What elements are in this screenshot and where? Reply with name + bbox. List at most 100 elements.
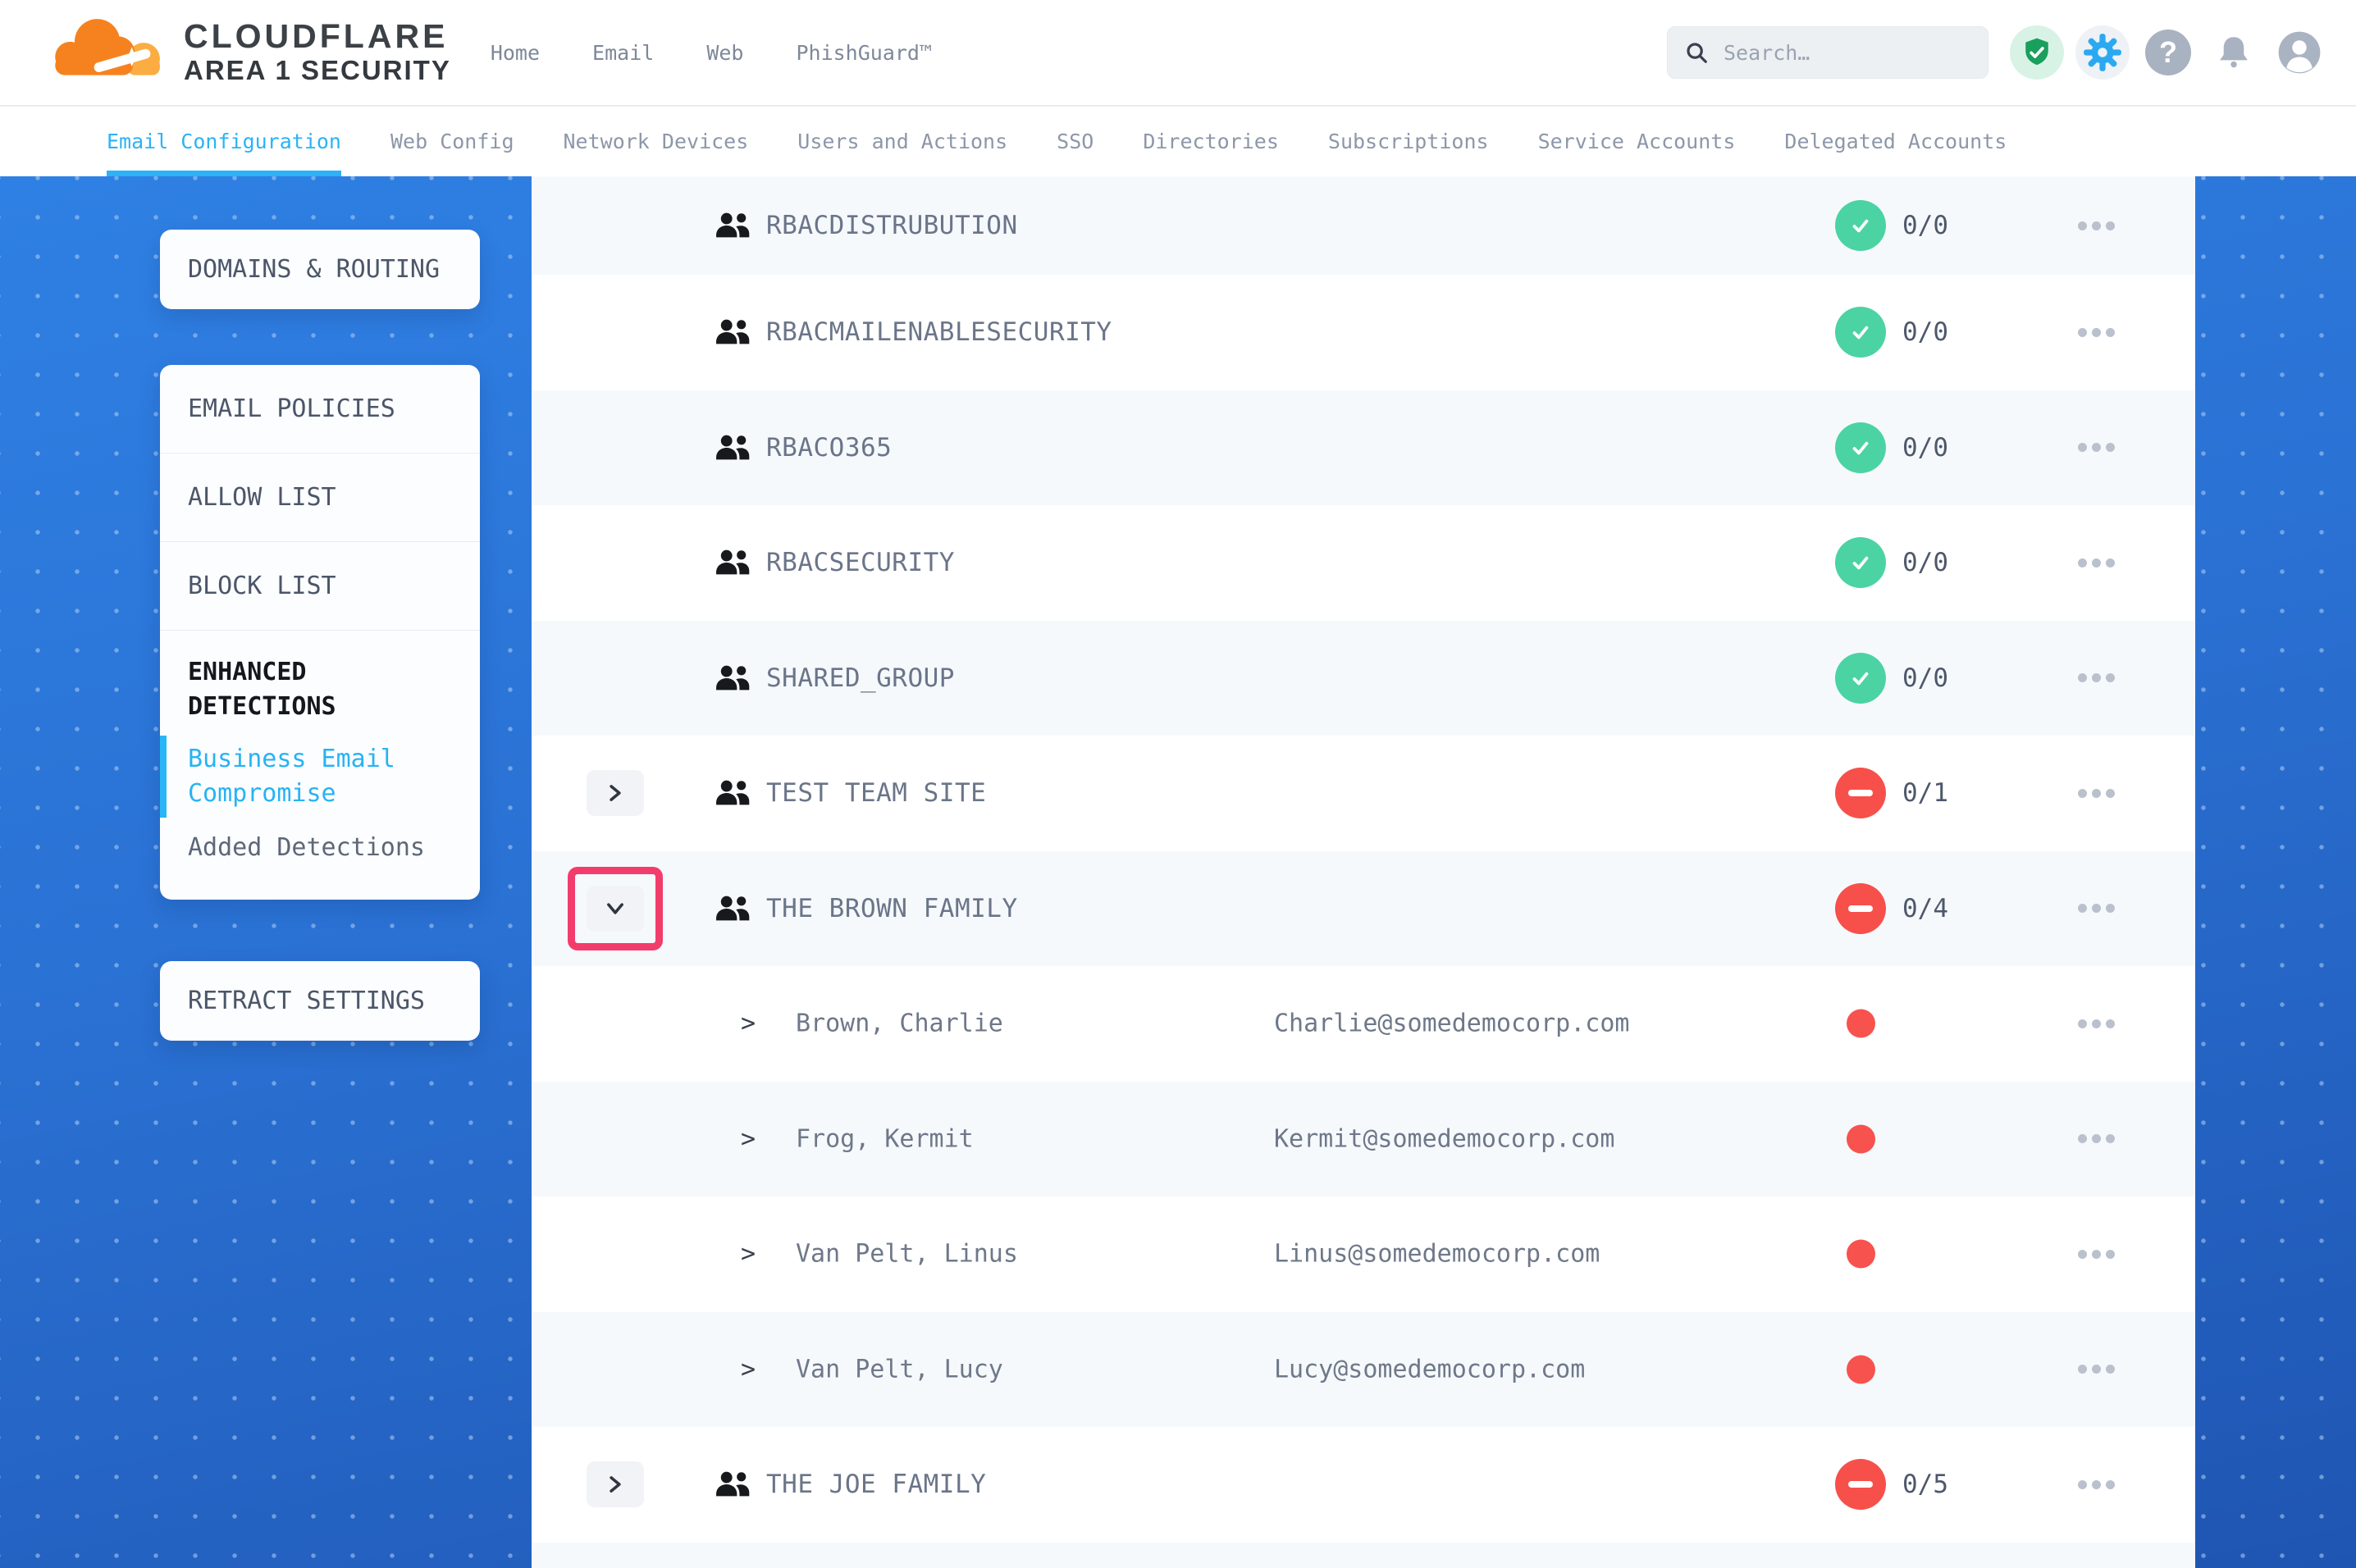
group-icon xyxy=(714,777,751,809)
member-chevron-icon[interactable]: > xyxy=(741,1010,756,1038)
group-row: RBACDISTRUBUTION 0/0 xyxy=(532,176,2195,275)
status-badge xyxy=(1835,883,1886,934)
tab-subscriptions[interactable]: Subscriptions xyxy=(1328,107,1489,176)
tab-users-and-actions[interactable]: Users and Actions xyxy=(797,107,1007,176)
row-menu-button[interactable] xyxy=(2059,662,2133,695)
expand-button[interactable] xyxy=(587,1461,644,1507)
row-menu-button[interactable] xyxy=(2059,431,2133,464)
tab-network-devices[interactable]: Network Devices xyxy=(564,107,749,176)
tab-web-config[interactable]: Web Config xyxy=(390,107,514,176)
status-count: 0/5 xyxy=(1902,1470,1948,1499)
group-row: RBACMAILENABLESECURITY 0/0 xyxy=(532,275,2195,390)
group-row: THE JOE FAMILY 0/5 xyxy=(532,1427,2195,1543)
top-nav: Home Email Web PhishGuard™ xyxy=(491,41,932,65)
notifications-bell-icon[interactable] xyxy=(2207,25,2261,80)
security-shield-icon[interactable] xyxy=(2010,25,2064,80)
row-menu-button[interactable] xyxy=(2059,1007,2133,1040)
tab-delegated-accounts[interactable]: Delegated Accounts xyxy=(1784,107,2007,176)
top-nav-item[interactable]: PhishGuard™ xyxy=(796,41,932,65)
status-count: 0/4 xyxy=(1902,894,1948,923)
search-input[interactable] xyxy=(1724,41,1971,65)
row-name: THE JOE FAMILY xyxy=(766,1470,986,1499)
member-chevron-icon[interactable]: > xyxy=(741,1240,756,1269)
member-chevron-icon[interactable]: > xyxy=(741,1355,756,1383)
row-name: Frog, Kermit xyxy=(796,1124,974,1153)
sidebar-card-retract-settings[interactable]: RETRACT SETTINGS xyxy=(160,961,480,1041)
row-menu-button[interactable] xyxy=(2059,546,2133,579)
row-menu-button[interactable] xyxy=(2059,1353,2133,1386)
status-badge xyxy=(1835,768,1886,818)
member-status-dot xyxy=(1847,1240,1875,1269)
top-nav-item[interactable]: Home xyxy=(491,41,540,65)
group-icon xyxy=(714,1468,751,1501)
header-icon-buttons: ? xyxy=(2010,25,2326,80)
row-menu-button[interactable] xyxy=(2059,1468,2133,1501)
member-status-dot xyxy=(1847,1124,1875,1153)
row-menu-button[interactable] xyxy=(2059,1123,2133,1155)
status-badge xyxy=(1835,307,1886,358)
sidebar-card-domains-routing[interactable]: DOMAINS & ROUTING xyxy=(160,230,480,309)
row-menu-button[interactable] xyxy=(2059,777,2133,809)
help-icon[interactable]: ? xyxy=(2141,25,2195,80)
tab-service-accounts[interactable]: Service Accounts xyxy=(1538,107,1736,176)
sidebar-item-label: DOMAINS & ROUTING xyxy=(188,255,440,284)
tab-email-configuration[interactable]: Email Configuration xyxy=(107,107,341,176)
group-icon xyxy=(714,662,751,695)
member-status-dot xyxy=(1847,1010,1875,1038)
expand-button[interactable] xyxy=(587,886,644,932)
member-row: > Van Pelt, Lucy Lucy@somedemocorp.com xyxy=(532,1312,2195,1428)
status-badge xyxy=(1835,1459,1886,1510)
row-menu-button[interactable] xyxy=(2059,892,2133,925)
row-email: Kermit@somedemocorp.com xyxy=(1274,1124,1614,1153)
row-name: Brown, Charlie xyxy=(796,1010,1003,1038)
expand-button[interactable] xyxy=(587,770,644,816)
sidebar-item-allow-list[interactable]: ALLOW LIST xyxy=(160,454,480,542)
member-status-dot xyxy=(1847,1355,1875,1383)
group-icon xyxy=(714,209,751,242)
right-decoration-panel xyxy=(2195,176,2356,1568)
row-name: RBACMAILENABLESECURITY xyxy=(766,317,1112,347)
cloudflare-logo[interactable]: CLOUDFLARE AREA 1 SECURITY xyxy=(48,12,451,93)
group-row: SHARED_GROUP 0/0 xyxy=(532,621,2195,736)
status-count: 0/0 xyxy=(1902,548,1948,577)
status-badge xyxy=(1835,653,1886,704)
status-count: 0/0 xyxy=(1902,211,1948,240)
status-count: 0/0 xyxy=(1902,663,1948,693)
row-email: Lucy@somedemocorp.com xyxy=(1274,1355,1585,1383)
row-email: Linus@somedemocorp.com xyxy=(1274,1240,1600,1269)
member-chevron-icon[interactable]: > xyxy=(741,1124,756,1153)
row-email: Charlie@somedemocorp.com xyxy=(1274,1010,1629,1038)
member-row: > Brown, Charlie Charlie@somedemocorp.co… xyxy=(532,966,2195,1082)
top-nav-item[interactable]: Web xyxy=(706,41,743,65)
group-icon xyxy=(714,546,751,579)
row-name: TEST TEAM SITE xyxy=(766,778,986,808)
search-box[interactable] xyxy=(1667,26,1988,79)
row-name: RBACO365 xyxy=(766,433,892,463)
cloudflare-cloud-icon xyxy=(48,12,177,93)
status-count: 0/1 xyxy=(1902,778,1948,808)
sidebar-item-email-policies[interactable]: EMAIL POLICIES xyxy=(160,365,480,454)
sidebar-item-added-detections[interactable]: Added Detections xyxy=(160,823,480,878)
status-badge xyxy=(1835,422,1886,473)
group-row: RBACSECURITY 0/0 xyxy=(532,505,2195,621)
row-menu-button[interactable] xyxy=(2059,1238,2133,1270)
row-menu-button[interactable] xyxy=(2059,316,2133,349)
top-nav-item[interactable]: Email xyxy=(592,41,654,65)
sidebar-item-business-email-compromise[interactable]: Business Email Compromise xyxy=(160,731,480,823)
row-name: SHARED_GROUP xyxy=(766,663,955,693)
group-icon xyxy=(714,431,751,464)
left-decoration-panel: DOMAINS & ROUTING EMAIL POLICIESALLOW LI… xyxy=(0,176,532,1568)
search-icon xyxy=(1684,40,1709,65)
tab-directories[interactable]: Directories xyxy=(1143,107,1279,176)
top-bar: CLOUDFLARE AREA 1 SECURITY Home Email Web P… xyxy=(0,0,2356,107)
group-table: RBACDISTRUBUTION 0/0 RBACMAILENABLESECUR… xyxy=(532,176,2195,1568)
sidebar-item-block-list[interactable]: BLOCK LIST xyxy=(160,542,480,631)
account-avatar-icon[interactable] xyxy=(2272,25,2326,80)
group-icon xyxy=(714,316,751,349)
row-menu-button[interactable] xyxy=(2059,209,2133,242)
settings-gear-icon[interactable] xyxy=(2075,25,2130,80)
sidebar-item-label: RETRACT SETTINGS xyxy=(188,987,425,1015)
row-name: Van Pelt, Lucy xyxy=(796,1355,1003,1383)
config-tab-bar: Email Configuration Web Config Network Dev… xyxy=(0,107,2356,176)
tab-sso[interactable]: SSO xyxy=(1057,107,1094,176)
